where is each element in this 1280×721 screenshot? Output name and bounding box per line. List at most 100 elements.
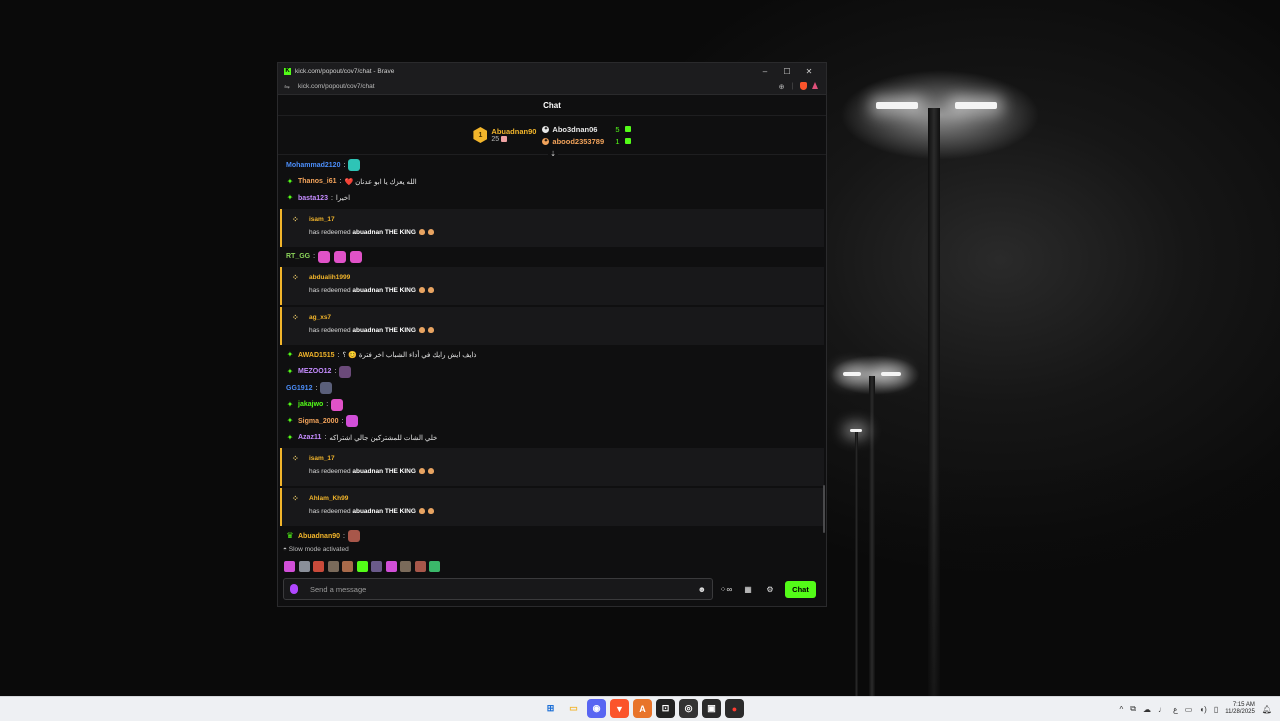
cloud-icon[interactable]: ☁ — [1143, 705, 1151, 714]
language-indicator[interactable]: ع — [1173, 705, 1178, 714]
chat-emote-icon[interactable] — [318, 250, 331, 263]
display-icon[interactable]: ▭ — [1185, 705, 1193, 714]
subscriber-badge-icon: ✦ — [286, 366, 294, 376]
hand-emoji-icon — [427, 508, 434, 515]
volume-icon[interactable]: ◖) — [1199, 705, 1207, 714]
rank-badge-icon: ✦ — [542, 125, 550, 133]
clock[interactable]: 7:15 AM 11/28/2025 — [1225, 702, 1255, 716]
microphone-icon[interactable]: ♩ — [1158, 705, 1166, 714]
quick-emote-icon[interactable] — [400, 560, 411, 572]
badge-icon[interactable] — [290, 584, 298, 594]
chat-username[interactable]: MEZOO12 — [298, 368, 331, 375]
chat-message-input[interactable] — [308, 583, 698, 595]
store-icon[interactable]: ▦ — [739, 585, 757, 594]
gift-leaderboard: 1 Abuadnan90 25 ✦ Abo3dnan06 5 ✦ abood23… — [278, 116, 826, 159]
chat-username[interactable]: jakajwo — [298, 401, 323, 408]
subscriber-badge-icon: ✦ — [286, 193, 294, 203]
quick-emote-icon[interactable] — [385, 560, 397, 572]
window-title: kick.com/popout/cov7/chat - Brave — [295, 67, 395, 75]
chat-username[interactable]: Abuadnan90 — [298, 533, 340, 540]
emoji-picker-icon[interactable]: ☻ — [698, 585, 706, 594]
quick-emote-icon[interactable] — [327, 560, 339, 572]
taskbar-start-icon[interactable]: ⊞ — [541, 699, 560, 718]
chat-input-container: ☻ — [283, 578, 713, 600]
tray-overflow-icon[interactable]: ^ — [1120, 705, 1124, 714]
quick-emote-icon[interactable] — [298, 560, 310, 572]
chat-emote-icon[interactable] — [350, 250, 363, 263]
taskbar-app-dark-icon[interactable]: ⊡ — [656, 699, 675, 718]
gold-medal-icon: 1 — [473, 127, 488, 143]
address-bar: ⇋ kick.com/popout/cov7/chat ⊕ | — [278, 79, 826, 95]
hand-emoji-icon — [427, 468, 434, 475]
redemption-card: ⁘ isam_17 has redeemed abuadnan THE KING — [280, 448, 824, 486]
chat-scrollbar[interactable] — [823, 485, 825, 533]
chat-username[interactable]: Sigma_2000 — [298, 418, 338, 425]
taskbar-app-red-icon[interactable]: ● — [725, 699, 744, 718]
chat-username[interactable]: Mohammad2120 — [286, 162, 340, 169]
chat-username[interactable]: Azaz11 — [298, 434, 321, 441]
site-settings-icon[interactable]: ⇋ — [284, 83, 294, 91]
maximize-button[interactable]: ☐ — [776, 67, 798, 76]
chat-message: GG1912: — [278, 380, 826, 397]
settings-gear-icon[interactable]: ⚙ — [761, 585, 779, 594]
redeem-user[interactable]: isam_17 — [309, 216, 335, 223]
redeem-user[interactable]: isam_17 — [309, 455, 335, 462]
chat-username[interactable]: GG1912 — [286, 385, 312, 392]
leaderboard-first[interactable]: 1 Abuadnan90 25 — [473, 127, 536, 143]
quick-emote-icon[interactable] — [284, 560, 295, 572]
taskbar-app-a-icon[interactable]: A — [633, 699, 652, 718]
chat-emote-icon[interactable] — [347, 530, 360, 543]
notification-bell-icon[interactable]: 🔔︎ — [1262, 705, 1272, 714]
system-tray: ^ ⧉ ☁ ♩ ع ▭ ◖) ▯ 7:15 AM 11/28/2025 🔔︎ — [1120, 697, 1272, 721]
channel-points-icon[interactable]: ⁘∞ — [717, 585, 735, 594]
battery-icon[interactable]: ▯ — [1214, 705, 1218, 714]
taskbar-obs-icon[interactable]: ◎ — [679, 699, 698, 718]
chat-emote-icon[interactable] — [339, 365, 352, 378]
taskbar-file-explorer-icon[interactable]: ▭ — [564, 699, 583, 718]
leaderboard-count: 5 — [615, 124, 620, 134]
title-bar: K kick.com/popout/cov7/chat - Brave – ☐ … — [278, 63, 826, 79]
quick-emote-icon[interactable] — [313, 560, 324, 572]
close-button[interactable]: ✕ — [798, 67, 820, 76]
chat-emote-icon[interactable] — [320, 382, 333, 395]
quick-emote-icon[interactable] — [414, 560, 426, 572]
leaderboard-row[interactable]: ✦ Abo3dnan06 5 — [542, 124, 631, 134]
url-field[interactable]: kick.com/popout/cov7/chat — [294, 83, 776, 90]
message-text: خلي الشات للمشتركين جالي اشتراكه — [329, 434, 438, 442]
taskbar-terminal-icon[interactable]: ▣ — [702, 699, 721, 718]
hand-emoji-icon — [418, 327, 425, 334]
chat-username[interactable]: AWAD1515 — [298, 352, 335, 359]
leaderboard-name: abood2353789 — [552, 136, 605, 146]
brave-rewards-icon[interactable] — [809, 82, 820, 91]
leaderboard-first-count: 25 — [491, 136, 500, 143]
send-chat-button[interactable]: Chat — [785, 580, 816, 598]
network-share-icon[interactable]: ⧉ — [1130, 704, 1136, 714]
gift-icon — [501, 136, 508, 143]
taskbar-discord-icon[interactable]: ◉ — [587, 699, 606, 718]
quick-emote-icon[interactable] — [429, 560, 440, 572]
colon: : — [341, 417, 344, 425]
chat-emote-icon[interactable] — [331, 398, 344, 411]
redeem-user[interactable]: abdualih1999 — [309, 274, 350, 281]
leaderboard-row[interactable]: ✦ abood2353789 1 — [542, 136, 631, 146]
redeem-user[interactable]: ag_xs7 — [309, 314, 331, 321]
quick-emote-icon[interactable] — [356, 560, 368, 572]
brave-shields-icon[interactable] — [798, 81, 809, 92]
chat-emote-icon[interactable] — [348, 159, 361, 172]
chat-emote-icon[interactable] — [346, 415, 359, 428]
chat-username[interactable]: basta123 — [298, 195, 328, 202]
street-lamp — [881, 372, 901, 376]
taskbar-brave-icon[interactable]: ▼ — [610, 699, 629, 718]
redeem-user[interactable]: Ahlam_Kh99 — [309, 495, 348, 502]
chat-username[interactable]: Thanos_i61 — [298, 178, 337, 185]
chat-message: ✦ basta123: اخيرا — [278, 190, 826, 207]
street-lamp — [955, 102, 997, 109]
minimize-button[interactable]: – — [754, 67, 776, 76]
quick-emote-icon[interactable] — [371, 560, 382, 572]
chat-feed[interactable]: Mohammad2120: ✦ Thanos_i61: الله يعزك يا اب… — [278, 155, 826, 544]
hand-emoji-icon — [427, 228, 434, 235]
chat-emote-icon[interactable] — [334, 250, 347, 263]
zoom-icon[interactable]: ⊕ — [776, 83, 787, 91]
chat-username[interactable]: RT_GG — [286, 253, 310, 260]
quick-emote-icon[interactable] — [342, 560, 353, 572]
